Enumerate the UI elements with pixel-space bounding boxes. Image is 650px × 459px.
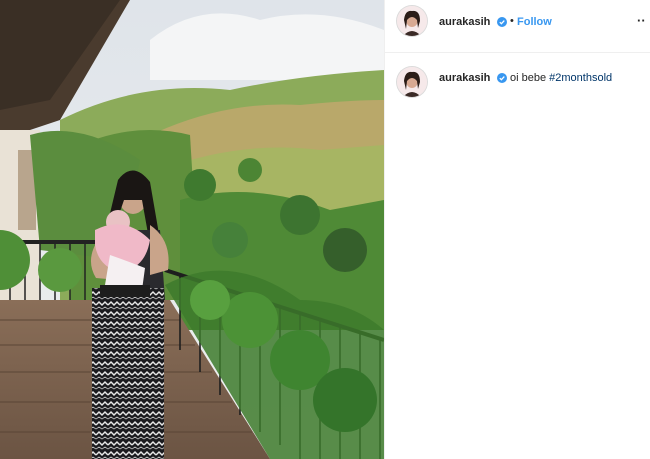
post-photo-illustration (0, 0, 384, 459)
caption-message: oi bebe (510, 72, 547, 84)
caption-username[interactable]: aurakasih (439, 72, 490, 84)
post-photo[interactable] (0, 0, 384, 459)
caption-avatar-image (397, 67, 427, 97)
caption-verified-badge-icon (497, 73, 507, 83)
follow-button[interactable]: Follow (517, 16, 552, 28)
header-separator: • (510, 15, 514, 27)
caption-text: oi bebe #2monthsold (510, 72, 612, 84)
avatar-image (397, 6, 427, 36)
caption-avatar[interactable] (397, 67, 427, 97)
avatar[interactable] (397, 6, 427, 36)
verified-badge-icon (497, 17, 507, 27)
more-options-icon[interactable]: ·· (637, 13, 646, 28)
post-side-panel: aurakasih • Follow ·· aurakasih oi bebe … (384, 0, 650, 459)
post-header: aurakasih • Follow ·· (385, 0, 650, 53)
caption-hashtag[interactable]: #2monthsold (549, 72, 612, 84)
header-username[interactable]: aurakasih (439, 16, 490, 28)
